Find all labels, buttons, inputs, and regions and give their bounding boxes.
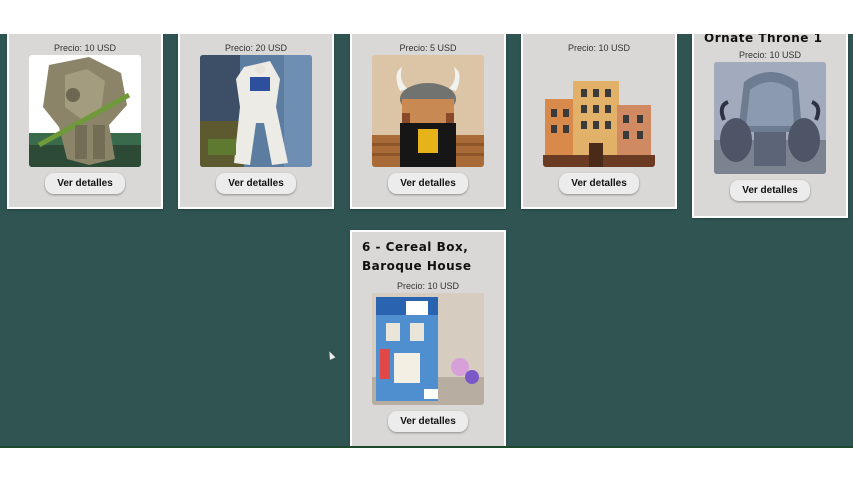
view-details-button[interactable]: Ver detalles bbox=[388, 411, 468, 432]
view-details-button[interactable]: Ver detalles bbox=[559, 173, 639, 194]
view-details-button[interactable]: Ver detalles bbox=[388, 173, 468, 194]
product-image[interactable] bbox=[372, 293, 484, 405]
product-title: 6 - Cereal Box, Baroque House bbox=[352, 238, 504, 276]
product-price: Precio: 10 USD bbox=[738, 50, 802, 60]
product-title-line: Baroque House bbox=[362, 259, 472, 273]
product-card: Precio: 5 USD Ver detalles bbox=[350, 34, 506, 209]
product-price: Precio: 10 USD bbox=[567, 43, 631, 53]
product-price: Precio: 10 USD bbox=[396, 281, 460, 291]
product-image[interactable] bbox=[29, 55, 141, 167]
view-details-button[interactable]: Ver detalles bbox=[730, 180, 810, 201]
product-image[interactable] bbox=[372, 55, 484, 167]
view-details-button[interactable]: Ver detalles bbox=[45, 173, 125, 194]
product-title-line: 6 - Cereal Box, bbox=[362, 240, 469, 254]
product-grid: Precio: 10 USD Ver detalles Precio: 20 U… bbox=[0, 34, 853, 448]
product-title: Ornate Throne 1 bbox=[704, 34, 823, 45]
product-price: Precio: 10 USD bbox=[53, 43, 117, 53]
product-image[interactable] bbox=[200, 55, 312, 167]
product-card: Precio: 10 USD Ver detalles bbox=[7, 34, 163, 209]
product-card: Precio: 20 USD Ver detalles bbox=[178, 34, 334, 209]
product-image[interactable] bbox=[714, 62, 826, 174]
product-price: Precio: 20 USD bbox=[224, 43, 288, 53]
view-details-button[interactable]: Ver detalles bbox=[216, 173, 296, 194]
product-card: Ornate Throne 1 Precio: 10 USD Ver detal… bbox=[692, 34, 848, 218]
product-card: 6 - Cereal Box, Baroque House Precio: 10… bbox=[350, 230, 506, 446]
mouse-cursor-icon bbox=[326, 350, 336, 360]
top-white-area bbox=[0, 0, 853, 34]
product-image[interactable] bbox=[543, 55, 655, 167]
product-card: Precio: 10 USD Ver detalles bbox=[521, 34, 677, 209]
product-price: Precio: 5 USD bbox=[399, 43, 457, 53]
